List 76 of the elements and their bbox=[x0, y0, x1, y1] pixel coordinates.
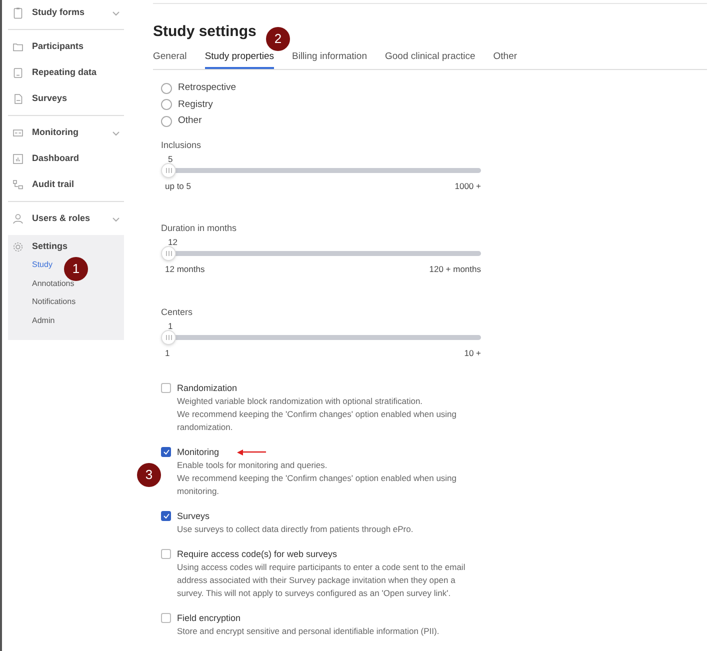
option-description: Store and encrypt sensitive and personal identifiable information (PII). bbox=[177, 624, 440, 638]
slider-value: 1 bbox=[167, 320, 173, 332]
sidebar-item[interactable]: Participants bbox=[8, 34, 124, 60]
tab[interactable]: Billing information bbox=[292, 51, 367, 69]
folder-icon bbox=[12, 41, 24, 53]
arrow-icon bbox=[237, 448, 268, 456]
slider-min-label: 1 bbox=[165, 347, 170, 360]
option-description: Enable tools for monitoring and queries. bbox=[177, 458, 328, 472]
check-icon bbox=[162, 512, 170, 519]
radio-button[interactable] bbox=[161, 116, 172, 127]
submenu-item[interactable]: Admin bbox=[32, 312, 55, 330]
slider-handle[interactable] bbox=[161, 246, 176, 262]
tab[interactable]: General bbox=[153, 51, 187, 69]
slider-label: Inclusions bbox=[161, 138, 202, 152]
radio-label: Other bbox=[178, 114, 202, 128]
option-description: Weighted variable block randomization with optional stratification. bbox=[177, 394, 424, 408]
page-title: Study settings bbox=[153, 22, 256, 42]
chevron-icon bbox=[112, 216, 120, 222]
clipboard-icon bbox=[12, 7, 24, 19]
submenu-item[interactable]: Study bbox=[32, 256, 52, 274]
step-marker: 2 bbox=[266, 27, 290, 51]
checkbox[interactable] bbox=[161, 510, 171, 521]
slider-label: Duration in months bbox=[161, 222, 237, 236]
submenu-item[interactable]: Notifications bbox=[32, 293, 76, 312]
slider-handle[interactable] bbox=[161, 162, 176, 178]
sidebar-item[interactable]: Dashboard bbox=[8, 146, 124, 172]
option-label: Monitoring bbox=[177, 446, 220, 459]
flow-icon bbox=[12, 179, 24, 191]
slider-track[interactable] bbox=[161, 330, 481, 345]
slider-min-label: up to 5 bbox=[165, 180, 191, 192]
slider-track[interactable] bbox=[161, 162, 481, 178]
sidebar-item[interactable]: Settings bbox=[8, 238, 72, 256]
tab[interactable]: Other bbox=[493, 51, 518, 69]
sidebar-item[interactable]: Users & roles bbox=[8, 206, 124, 232]
option-label: Surveys bbox=[177, 510, 210, 523]
page-icon bbox=[12, 93, 24, 105]
option-description: Using access codes will require participants to enter a code sent to the email address associated with their Survey package invitation when they open a survey. This will not apply to surveys configured as an 'Open survey link'. bbox=[177, 560, 466, 600]
chart-icon bbox=[12, 153, 24, 165]
chevron-icon bbox=[112, 10, 120, 16]
monitor-icon bbox=[12, 127, 24, 139]
option-description: We recommend keeping the 'Confirm changes' option enabled when using randomization. bbox=[177, 408, 458, 434]
sidebar-item[interactable]: Monitoring bbox=[8, 120, 124, 146]
tab[interactable]: Good clinical practice bbox=[384, 51, 476, 69]
option-label: Field encryption bbox=[177, 612, 241, 625]
gear-icon bbox=[12, 241, 24, 253]
option-description: We recommend keeping the 'Confirm changes' option enabled when using monitoring. bbox=[177, 472, 458, 498]
slider-max-label: 1000 + bbox=[454, 180, 481, 192]
sidebar-item[interactable]: Repeating data bbox=[8, 60, 124, 86]
tab[interactable]: Study properties bbox=[204, 51, 274, 69]
slider-label: Centers bbox=[161, 306, 193, 319]
user-icon bbox=[12, 213, 24, 225]
slider-max-label: 120 + months bbox=[429, 263, 481, 276]
slider-value: 12 bbox=[167, 236, 178, 248]
radio-label: Retrospective bbox=[178, 81, 236, 96]
slider-value: 5 bbox=[167, 152, 173, 164]
checkbox[interactable] bbox=[161, 446, 171, 457]
slider-handle[interactable] bbox=[161, 330, 176, 345]
checkbox[interactable] bbox=[161, 548, 171, 559]
sidebar-item[interactable]: Audit trail bbox=[8, 172, 124, 198]
check-icon bbox=[162, 448, 170, 455]
sidebar-item[interactable]: Study forms bbox=[8, 0, 124, 26]
slider-min-label: 12 months bbox=[165, 263, 205, 276]
radio-label: Registry bbox=[178, 98, 213, 112]
slider-track[interactable] bbox=[161, 246, 481, 262]
sidebar-item[interactable]: Surveys bbox=[8, 86, 124, 112]
slider-max-label: 10 + bbox=[464, 347, 481, 360]
checkbox[interactable] bbox=[161, 612, 171, 623]
option-label: Randomization bbox=[177, 382, 238, 395]
document-icon bbox=[12, 67, 24, 79]
checkbox[interactable] bbox=[161, 382, 171, 393]
radio-button[interactable] bbox=[161, 82, 172, 94]
chevron-icon bbox=[112, 130, 120, 136]
radio-button[interactable] bbox=[161, 99, 172, 110]
option-label: Require access code(s) for web surveys bbox=[177, 548, 338, 561]
option-description: Use surveys to collect data directly from patients through ePro. bbox=[177, 522, 414, 536]
step-marker: 3 bbox=[137, 463, 161, 487]
